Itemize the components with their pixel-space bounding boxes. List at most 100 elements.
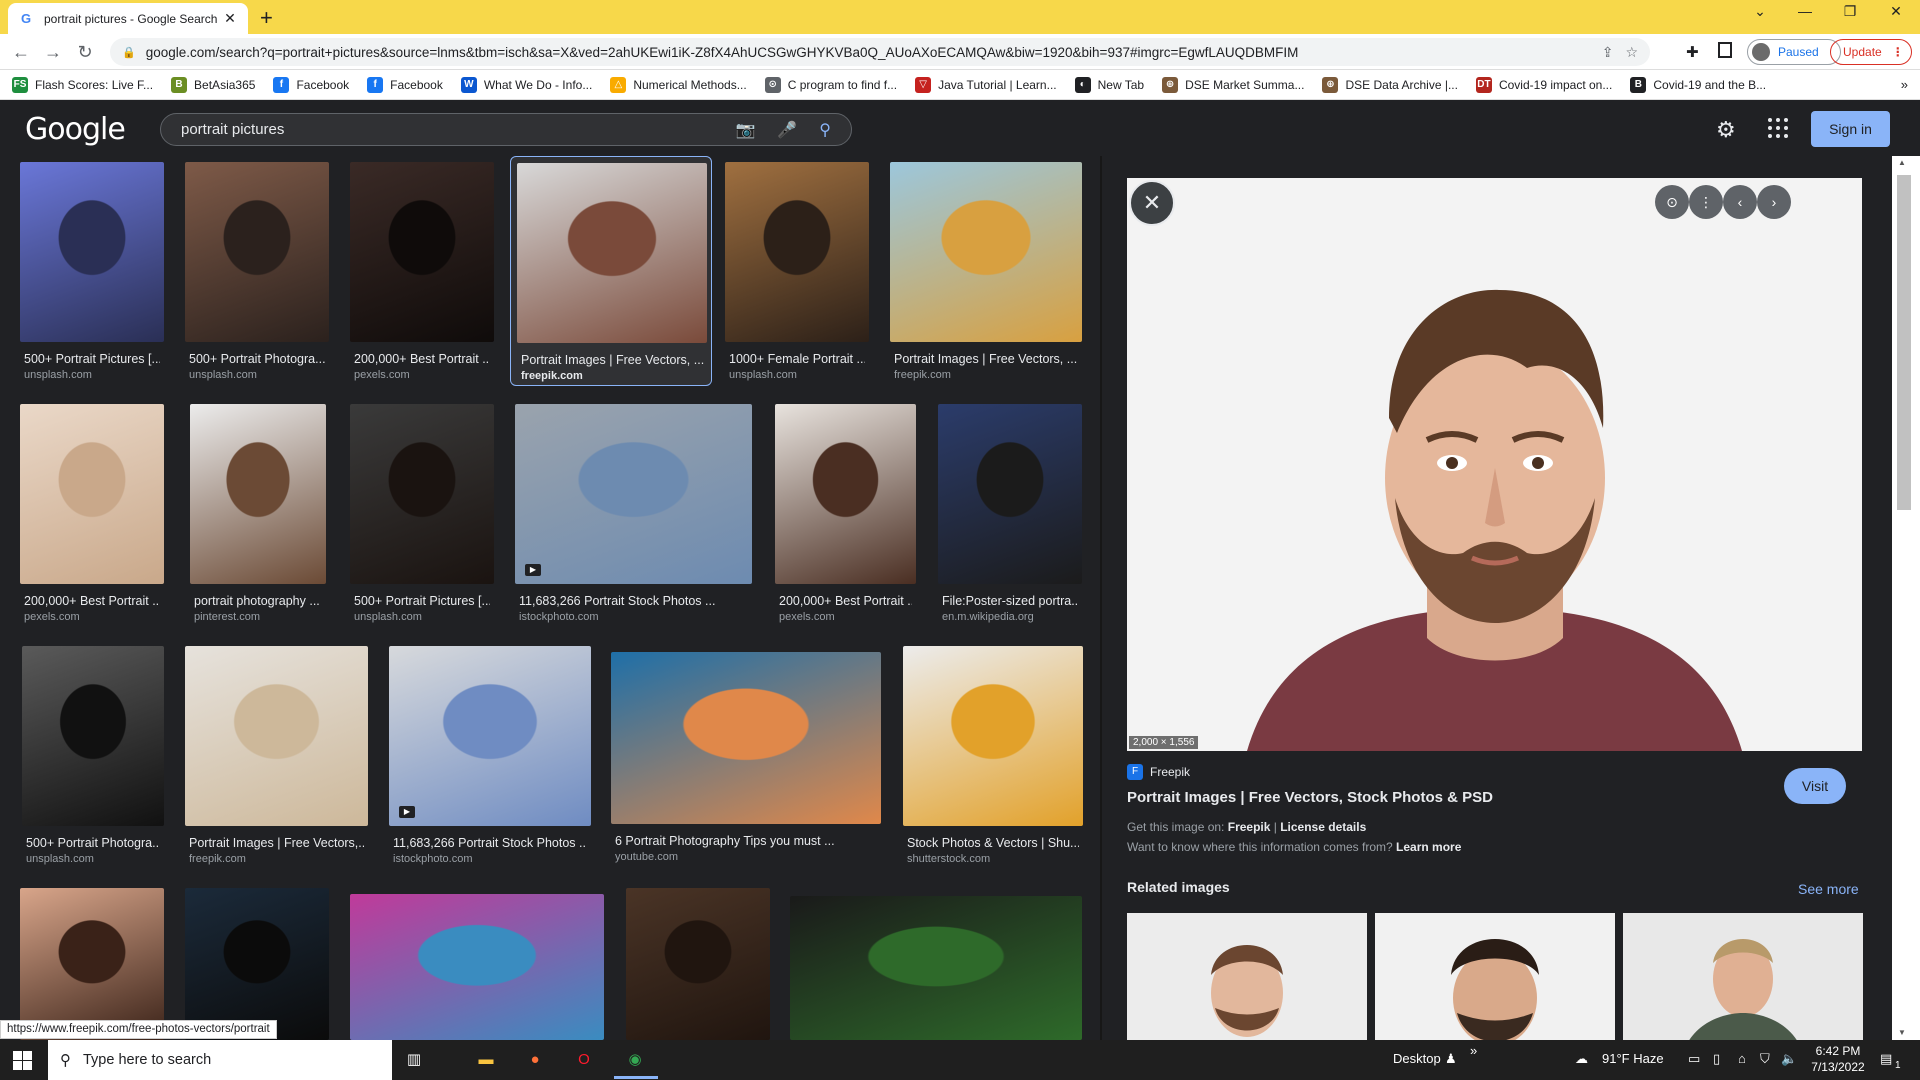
get-image-site-link[interactable]: Freepik bbox=[1228, 820, 1271, 834]
image-result-tile[interactable]: ▶ 11,683,266 Portrait Stock Photos ... ist… bbox=[389, 646, 591, 866]
bookmarks-overflow-chevron-icon[interactable]: » bbox=[1901, 77, 1908, 92]
image-result-tile[interactable] bbox=[350, 894, 604, 1040]
image-result-tile[interactable]: portrait photography ... pinterest.com bbox=[190, 404, 326, 624]
image-result-tile[interactable] bbox=[790, 896, 1082, 1040]
extensions-puzzle-icon[interactable]: ✚ bbox=[1686, 43, 1699, 61]
weather-text[interactable]: 91°F Haze bbox=[1602, 1051, 1664, 1066]
windows-start-icon[interactable] bbox=[13, 1051, 32, 1070]
result-title[interactable]: Portrait Images | Free Vectors,... bbox=[189, 836, 364, 850]
chrome-icon[interactable]: ◉ bbox=[624, 1049, 646, 1071]
bookmark-item[interactable]: ▽ Java Tutorial | Learn... bbox=[915, 76, 1057, 93]
security-icon[interactable]: ⛉ bbox=[1760, 1051, 1770, 1067]
image-result-tile[interactable]: Portrait Images | Free Vectors, ... freep… bbox=[510, 156, 712, 386]
preview-title[interactable]: Portrait Images | Free Vectors, Stock Ph… bbox=[1127, 789, 1493, 806]
clock[interactable]: 6:42 PM 7/13/2022 bbox=[1802, 1043, 1874, 1075]
result-thumbnail[interactable] bbox=[517, 163, 707, 343]
microphone-icon[interactable]: 🎤 bbox=[777, 120, 797, 140]
result-title[interactable]: Portrait Images | Free Vectors, ... bbox=[894, 352, 1078, 366]
learn-more-link[interactable]: Learn more bbox=[1396, 840, 1461, 854]
share-icon[interactable]: ⇪ bbox=[1602, 44, 1614, 61]
result-thumbnail[interactable] bbox=[938, 404, 1082, 584]
image-result-tile[interactable] bbox=[20, 888, 164, 1040]
related-image[interactable] bbox=[1127, 913, 1367, 1040]
sign-in-button[interactable]: Sign in bbox=[1811, 111, 1890, 147]
desktop-toolbar-label[interactable]: Desktop bbox=[1393, 1051, 1441, 1066]
bookmark-item[interactable]: B BetAsia365 bbox=[171, 76, 255, 93]
tray-overflow-chevron[interactable]: » bbox=[1470, 1043, 1477, 1058]
result-thumbnail[interactable] bbox=[20, 162, 164, 342]
search-icon[interactable]: ⚲ bbox=[819, 120, 831, 140]
bookmark-item[interactable]: DT Covid-19 impact on... bbox=[1475, 76, 1612, 93]
image-result-tile[interactable]: 200,000+ Best Portrait ... pexels.com bbox=[775, 404, 916, 624]
result-title[interactable]: 200,000+ Best Portrait ... bbox=[354, 352, 490, 366]
image-result-tile[interactable]: Portrait Images | Free Vectors, ... freep… bbox=[890, 162, 1082, 382]
bookmark-item[interactable]: W What We Do - Info... bbox=[460, 76, 592, 93]
battery-icon[interactable]: ▯ bbox=[1713, 1051, 1720, 1067]
result-title[interactable]: portrait photography ... bbox=[194, 594, 322, 608]
camera-icon[interactable]: 📷 bbox=[735, 120, 755, 140]
result-title[interactable]: 11,683,266 Portrait Stock Photos ... bbox=[519, 594, 748, 608]
lens-search-icon[interactable]: ⊙ bbox=[1655, 185, 1689, 219]
image-result-tile[interactable]: File:Poster-sized portra... en.m.wikipedi… bbox=[938, 404, 1082, 624]
result-thumbnail[interactable] bbox=[20, 888, 164, 1040]
bookmark-item[interactable]: ◐ New Tab bbox=[1074, 76, 1144, 93]
see-more-link[interactable]: See more bbox=[1798, 881, 1859, 897]
result-title[interactable]: Portrait Images | Free Vectors, ... bbox=[521, 353, 715, 367]
result-title[interactable]: 500+ Portrait Pictures [... bbox=[24, 352, 160, 366]
result-thumbnail[interactable] bbox=[185, 888, 329, 1040]
result-thumbnail[interactable] bbox=[20, 404, 164, 584]
minimize-button[interactable]: — bbox=[1785, 3, 1825, 19]
result-thumbnail[interactable] bbox=[790, 896, 1082, 1040]
image-result-tile[interactable]: 1000+ Female Portrait ... unsplash.com bbox=[725, 162, 869, 382]
bookmark-item[interactable]: f Facebook bbox=[367, 76, 443, 93]
image-result-tile[interactable]: 500+ Portrait Photogra... unsplash.com bbox=[185, 162, 329, 382]
firefox-icon[interactable]: ● bbox=[524, 1049, 546, 1071]
wifi-icon[interactable]: ⌂ bbox=[1738, 1051, 1746, 1066]
bookmark-item[interactable]: B Covid-19 and the B... bbox=[1630, 76, 1766, 93]
result-thumbnail[interactable] bbox=[389, 646, 591, 826]
result-thumbnail[interactable] bbox=[22, 646, 164, 826]
result-thumbnail[interactable] bbox=[350, 404, 494, 584]
image-result-tile[interactable]: 200,000+ Best Portrait ... pexels.com bbox=[20, 404, 164, 624]
new-tab-button[interactable]: + bbox=[260, 5, 273, 31]
google-logo[interactable]: Google bbox=[25, 112, 126, 147]
url-text[interactable]: google.com/search?q=portrait+pictures&so… bbox=[146, 45, 1590, 60]
forward-button[interactable]: → bbox=[42, 42, 64, 63]
image-result-tile[interactable]: 500+ Portrait Pictures [... unsplash.com bbox=[20, 162, 164, 382]
image-result-tile[interactable] bbox=[185, 888, 329, 1040]
result-title[interactable]: Stock Photos & Vectors | Shu... bbox=[907, 836, 1079, 850]
result-thumbnail[interactable] bbox=[190, 404, 326, 584]
reload-button[interactable]: ↻ bbox=[74, 42, 96, 63]
result-title[interactable]: 500+ Portrait Pictures [... bbox=[354, 594, 490, 608]
bookmark-item[interactable]: f Facebook bbox=[273, 76, 349, 93]
image-result-tile[interactable]: 6 Portrait Photography Tips you must ...… bbox=[611, 652, 881, 864]
previous-image-icon[interactable]: ‹ bbox=[1723, 185, 1757, 219]
notifications-icon[interactable]: ▤ bbox=[1880, 1051, 1892, 1067]
result-thumbnail[interactable] bbox=[185, 646, 368, 826]
bookmark-item[interactable]: △ Numerical Methods... bbox=[610, 76, 747, 93]
result-title[interactable]: 1000+ Female Portrait ... bbox=[729, 352, 865, 366]
result-thumbnail[interactable] bbox=[515, 404, 752, 584]
opera-icon[interactable]: O bbox=[573, 1049, 595, 1071]
kebab-menu-icon[interactable]: ⋮ bbox=[1892, 45, 1904, 59]
result-title[interactable]: 500+ Portrait Photogra... bbox=[26, 836, 160, 850]
browser-tab[interactable]: G portrait pictures - Google Search ✕ bbox=[8, 3, 248, 34]
visit-button[interactable]: Visit bbox=[1784, 768, 1846, 804]
result-title[interactable]: 11,683,266 Portrait Stock Photos ... bbox=[393, 836, 587, 850]
person-icon[interactable]: ♟ bbox=[1445, 1051, 1457, 1067]
image-result-tile[interactable]: Stock Photos & Vectors | Shu... shutterst… bbox=[903, 646, 1083, 866]
result-thumbnail[interactable] bbox=[725, 162, 869, 342]
task-view-icon[interactable]: ▥ bbox=[403, 1049, 425, 1071]
lock-icon[interactable]: 🔒 bbox=[122, 46, 136, 59]
image-result-tile[interactable]: 200,000+ Best Portrait ... pexels.com bbox=[350, 162, 494, 382]
image-result-tile[interactable] bbox=[626, 888, 770, 1040]
result-thumbnail[interactable] bbox=[350, 162, 494, 342]
related-image[interactable] bbox=[1623, 913, 1863, 1040]
weather-icon[interactable]: ☁ bbox=[1575, 1051, 1588, 1067]
more-options-icon[interactable]: ⋮ bbox=[1689, 185, 1723, 219]
result-thumbnail[interactable] bbox=[890, 162, 1082, 342]
file-explorer-icon[interactable]: ▬ bbox=[475, 1049, 497, 1071]
result-thumbnail[interactable] bbox=[350, 894, 604, 1040]
address-bar[interactable]: 🔒 google.com/search?q=portrait+pictures&… bbox=[110, 38, 1650, 66]
result-title[interactable]: 6 Portrait Photography Tips you must ... bbox=[615, 834, 877, 848]
